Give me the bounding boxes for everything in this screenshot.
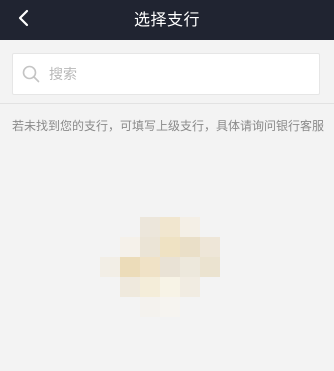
divider xyxy=(0,103,334,104)
hint-text: 若未找到您的支行，可填写上级支行，具体请询问银行客服 xyxy=(12,119,325,133)
search-input[interactable] xyxy=(47,54,311,96)
search-box[interactable] xyxy=(12,53,320,96)
page-title: 选择支行 xyxy=(133,10,200,29)
top-nav-bar: 选择支行 xyxy=(0,0,334,40)
search-icon xyxy=(22,65,40,83)
loading-placeholder-image xyxy=(100,217,220,317)
